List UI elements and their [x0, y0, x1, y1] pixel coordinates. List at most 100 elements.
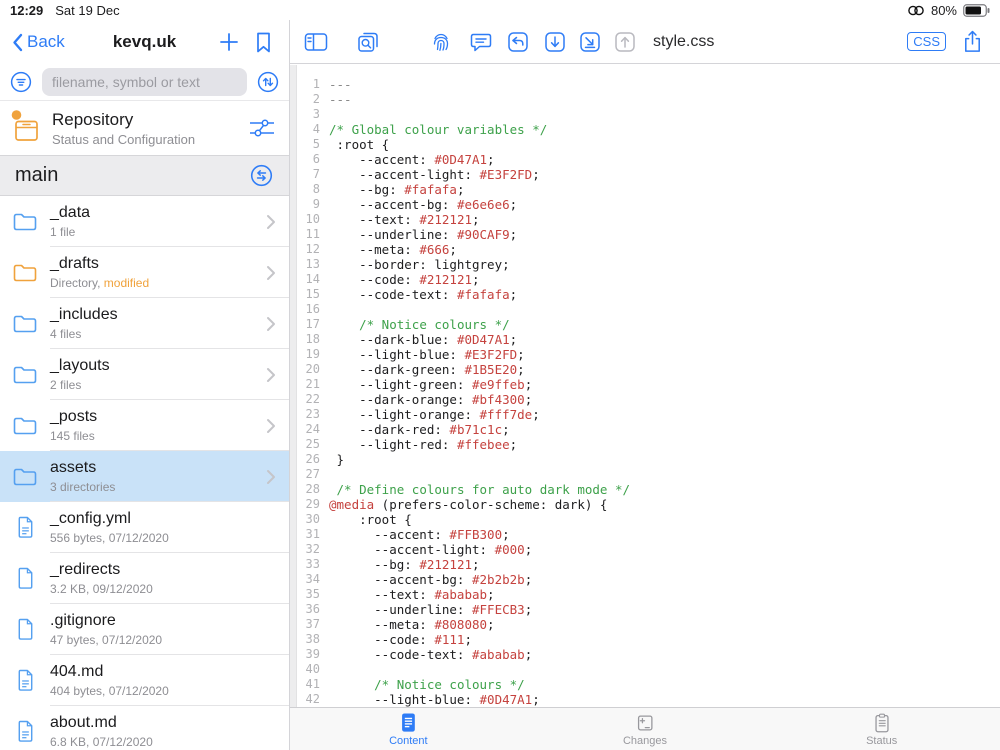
pull-button[interactable]: [543, 30, 567, 54]
line-number: 34: [298, 572, 320, 587]
line-source: --light-blue: #0D47A1;: [320, 692, 540, 707]
clipboard-icon: [871, 712, 893, 734]
fingerprint-button[interactable]: [429, 30, 453, 54]
code-line: 15 --code-text: #fafafa;: [290, 287, 1000, 302]
undo-icon: [506, 30, 530, 54]
add-button[interactable]: [219, 32, 239, 52]
comment-button[interactable]: [469, 30, 493, 54]
editor-edge-strip: [290, 65, 297, 707]
file-row-404.md[interactable]: 404.md 404 bytes, 07/12/2020: [0, 655, 289, 706]
deploy-button[interactable]: [578, 30, 602, 54]
code-line: 5 :root {: [290, 137, 1000, 152]
repository-row[interactable]: Repository Status and Configuration: [0, 100, 289, 155]
file-row-_posts[interactable]: _posts145 files: [0, 400, 289, 451]
line-source: --code: #111;: [320, 632, 472, 647]
file-row-about.md[interactable]: about.md6.8 KB, 07/12/2020: [0, 706, 289, 750]
find-in-files-button[interactable]: [356, 30, 380, 54]
code-line: 26 }: [290, 452, 1000, 467]
back-button[interactable]: Back: [12, 32, 65, 52]
line-source: --accent-light: #E3F2FD;: [320, 167, 540, 182]
line-source: --text: #212121;: [320, 212, 480, 227]
folder-icon: [11, 310, 39, 338]
code-line: 31 --accent: #FFB300;: [290, 527, 1000, 542]
plus-minus-square-icon: [634, 712, 656, 734]
line-source: --accent-light: #000;: [320, 542, 532, 557]
file-detail: 556 bytes, 07/12/2020: [50, 531, 289, 545]
code-line: 13 --border: lightgrey;: [290, 257, 1000, 272]
code-line: 22 --dark-orange: #bf4300;: [290, 392, 1000, 407]
code-line: 41 /* Notice colours */: [290, 677, 1000, 692]
undo-button[interactable]: [506, 30, 530, 54]
line-number: 23: [298, 407, 320, 422]
file-detail: 3 directories: [50, 480, 289, 494]
search-input[interactable]: [42, 68, 247, 96]
line-source: [320, 302, 329, 317]
file-row-assets[interactable]: assets3 directories: [0, 451, 289, 502]
line-source: --light-blue: #E3F2FD;: [320, 347, 525, 362]
code-line: 32 --accent-light: #000;: [290, 542, 1000, 557]
line-number: 42: [298, 692, 320, 707]
language-badge[interactable]: CSS: [907, 32, 946, 51]
switch-branch-button[interactable]: [249, 163, 274, 188]
search-pages-icon: [356, 30, 380, 54]
file-detail: 47 bytes, 07/12/2020: [50, 633, 289, 647]
folder-icon: [11, 412, 39, 440]
comment-icon: [469, 30, 493, 54]
file-row-_config.yml[interactable]: _config.yml556 bytes, 07/12/2020: [0, 502, 289, 553]
line-number: 7: [298, 167, 320, 182]
file-row-_drafts[interactable]: _draftsDirectory, modified: [0, 247, 289, 298]
filter-icon: [9, 70, 33, 94]
code-line: 21 --light-green: #e9ffeb;: [290, 377, 1000, 392]
push-button-disabled[interactable]: [613, 30, 637, 54]
line-source: --bg: #212121;: [320, 557, 480, 572]
line-number: 8: [298, 182, 320, 197]
line-number: 35: [298, 587, 320, 602]
commit-graph-icon[interactable]: [248, 116, 276, 140]
line-number: 13: [298, 257, 320, 272]
toggle-sidebar-button[interactable]: [304, 30, 328, 54]
code-line: 30 :root {: [290, 512, 1000, 527]
document-icon: [11, 667, 39, 695]
tab-status[interactable]: Status: [763, 708, 1000, 750]
repository-icon: [11, 110, 41, 146]
code-line: 16: [290, 302, 1000, 317]
chevron-left-icon: [12, 33, 23, 52]
fingerprint-icon: [429, 30, 453, 54]
line-source: --accent: #FFB300;: [320, 527, 510, 542]
code-line: 23 --light-orange: #fff7de;: [290, 407, 1000, 422]
code-line: 10 --text: #212121;: [290, 212, 1000, 227]
line-source: /* Notice colours */: [320, 677, 525, 692]
chevron-right-icon: [266, 265, 276, 281]
filter-button[interactable]: [9, 70, 33, 94]
file-name: 404.md: [50, 663, 289, 681]
file-row-_includes[interactable]: _includes4 files: [0, 298, 289, 349]
line-source: --dark-green: #1B5E20;: [320, 362, 525, 377]
code-line: 33 --bg: #212121;: [290, 557, 1000, 572]
code-line: 12 --meta: #666;: [290, 242, 1000, 257]
file-row-_redirects[interactable]: _redirects3.2 KB, 09/12/2020: [0, 553, 289, 604]
tab-changes[interactable]: Changes: [527, 708, 764, 750]
line-number: 9: [298, 197, 320, 212]
code-editor[interactable]: 1---2---34/* Global colour variables */5…: [290, 65, 1000, 707]
file-detail: 404 bytes, 07/12/2020: [50, 684, 289, 698]
arrow-up-square-icon: [613, 30, 637, 54]
file-row-.gitignore[interactable]: .gitignore47 bytes, 07/12/2020: [0, 604, 289, 655]
sidebar: Back kevq.uk Repository Status: [0, 20, 290, 750]
line-number: 18: [298, 332, 320, 347]
sort-button[interactable]: [256, 70, 280, 94]
file-row-_data[interactable]: _data1 file: [0, 196, 289, 247]
working-copy-app: 12:29 Sat 19 Dec 80% Back kevq.uk: [0, 0, 1000, 750]
tab-content[interactable]: Content: [290, 708, 527, 750]
line-source: @media (prefers-color-scheme: dark) {: [320, 497, 607, 512]
file-row-_layouts[interactable]: _layouts2 files: [0, 349, 289, 400]
line-source: --code-text: #ababab;: [320, 647, 532, 662]
share-button[interactable]: [961, 29, 984, 54]
line-source: [320, 107, 329, 122]
code-line: 11 --underline: #90CAF9;: [290, 227, 1000, 242]
arrow-down-square-icon: [543, 30, 567, 54]
document-icon: [11, 718, 39, 746]
bookmark-button[interactable]: [255, 32, 272, 53]
line-number: 24: [298, 422, 320, 437]
line-number: 12: [298, 242, 320, 257]
line-source: :root {: [320, 512, 412, 527]
